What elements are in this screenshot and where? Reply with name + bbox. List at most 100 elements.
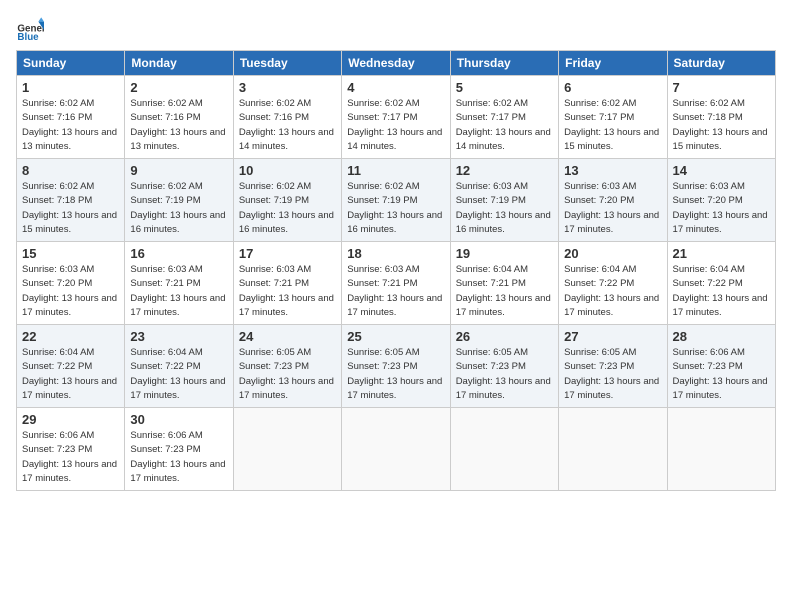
calendar-cell: 27 Sunrise: 6:05 AM Sunset: 7:23 PM Dayl… xyxy=(559,325,667,408)
sunset-label: Sunset: 7:19 PM xyxy=(347,195,417,206)
calendar-cell: 16 Sunrise: 6:03 AM Sunset: 7:21 PM Dayl… xyxy=(125,242,233,325)
sunset-label: Sunset: 7:23 PM xyxy=(130,444,200,455)
sunrise-label: Sunrise: 6:02 AM xyxy=(456,98,528,109)
calendar-week-3: 15 Sunrise: 6:03 AM Sunset: 7:20 PM Dayl… xyxy=(17,242,776,325)
calendar-cell xyxy=(342,408,450,491)
day-info: Sunrise: 6:04 AM Sunset: 7:21 PM Dayligh… xyxy=(456,263,553,320)
day-number: 18 xyxy=(347,246,444,261)
daylight-label: Daylight: 13 hours and 17 minutes. xyxy=(456,376,551,401)
sunrise-label: Sunrise: 6:02 AM xyxy=(564,98,636,109)
calendar-week-1: 1 Sunrise: 6:02 AM Sunset: 7:16 PM Dayli… xyxy=(17,76,776,159)
daylight-label: Daylight: 13 hours and 17 minutes. xyxy=(564,210,659,235)
sunset-label: Sunset: 7:22 PM xyxy=(673,278,743,289)
calendar-cell xyxy=(450,408,558,491)
daylight-label: Daylight: 13 hours and 14 minutes. xyxy=(347,127,442,152)
calendar-cell: 7 Sunrise: 6:02 AM Sunset: 7:18 PM Dayli… xyxy=(667,76,775,159)
calendar-cell: 24 Sunrise: 6:05 AM Sunset: 7:23 PM Dayl… xyxy=(233,325,341,408)
calendar-cell: 15 Sunrise: 6:03 AM Sunset: 7:20 PM Dayl… xyxy=(17,242,125,325)
daylight-label: Daylight: 13 hours and 17 minutes. xyxy=(130,459,225,484)
daylight-label: Daylight: 13 hours and 17 minutes. xyxy=(239,376,334,401)
daylight-label: Daylight: 13 hours and 17 minutes. xyxy=(673,210,768,235)
calendar-cell: 12 Sunrise: 6:03 AM Sunset: 7:19 PM Dayl… xyxy=(450,159,558,242)
sunrise-label: Sunrise: 6:04 AM xyxy=(130,347,202,358)
day-info: Sunrise: 6:02 AM Sunset: 7:17 PM Dayligh… xyxy=(564,97,661,154)
day-info: Sunrise: 6:03 AM Sunset: 7:20 PM Dayligh… xyxy=(22,263,119,320)
sunset-label: Sunset: 7:16 PM xyxy=(22,112,92,123)
sunrise-label: Sunrise: 6:06 AM xyxy=(22,430,94,441)
daylight-label: Daylight: 13 hours and 16 minutes. xyxy=(130,210,225,235)
day-info: Sunrise: 6:02 AM Sunset: 7:18 PM Dayligh… xyxy=(673,97,770,154)
day-number: 11 xyxy=(347,163,444,178)
sunset-label: Sunset: 7:18 PM xyxy=(22,195,92,206)
day-number: 1 xyxy=(22,80,119,95)
calendar-cell: 8 Sunrise: 6:02 AM Sunset: 7:18 PM Dayli… xyxy=(17,159,125,242)
calendar-cell xyxy=(559,408,667,491)
sunset-label: Sunset: 7:21 PM xyxy=(456,278,526,289)
sunrise-label: Sunrise: 6:02 AM xyxy=(22,98,94,109)
daylight-label: Daylight: 13 hours and 17 minutes. xyxy=(564,293,659,318)
day-info: Sunrise: 6:03 AM Sunset: 7:21 PM Dayligh… xyxy=(130,263,227,320)
calendar-cell: 26 Sunrise: 6:05 AM Sunset: 7:23 PM Dayl… xyxy=(450,325,558,408)
day-number: 13 xyxy=(564,163,661,178)
day-info: Sunrise: 6:03 AM Sunset: 7:20 PM Dayligh… xyxy=(673,180,770,237)
sunrise-label: Sunrise: 6:04 AM xyxy=(564,264,636,275)
calendar-cell: 28 Sunrise: 6:06 AM Sunset: 7:23 PM Dayl… xyxy=(667,325,775,408)
sunrise-label: Sunrise: 6:02 AM xyxy=(22,181,94,192)
calendar-cell: 20 Sunrise: 6:04 AM Sunset: 7:22 PM Dayl… xyxy=(559,242,667,325)
calendar-header-sunday: Sunday xyxy=(17,51,125,76)
calendar-cell: 29 Sunrise: 6:06 AM Sunset: 7:23 PM Dayl… xyxy=(17,408,125,491)
calendar-cell: 22 Sunrise: 6:04 AM Sunset: 7:22 PM Dayl… xyxy=(17,325,125,408)
calendar-cell: 10 Sunrise: 6:02 AM Sunset: 7:19 PM Dayl… xyxy=(233,159,341,242)
day-number: 22 xyxy=(22,329,119,344)
daylight-label: Daylight: 13 hours and 17 minutes. xyxy=(564,376,659,401)
daylight-label: Daylight: 13 hours and 17 minutes. xyxy=(673,376,768,401)
calendar-header-wednesday: Wednesday xyxy=(342,51,450,76)
day-info: Sunrise: 6:04 AM Sunset: 7:22 PM Dayligh… xyxy=(673,263,770,320)
day-number: 20 xyxy=(564,246,661,261)
sunset-label: Sunset: 7:21 PM xyxy=(347,278,417,289)
sunset-label: Sunset: 7:19 PM xyxy=(239,195,309,206)
sunset-label: Sunset: 7:23 PM xyxy=(456,361,526,372)
sunrise-label: Sunrise: 6:04 AM xyxy=(673,264,745,275)
sunrise-label: Sunrise: 6:05 AM xyxy=(239,347,311,358)
sunrise-label: Sunrise: 6:03 AM xyxy=(456,181,528,192)
sunset-label: Sunset: 7:16 PM xyxy=(130,112,200,123)
day-number: 27 xyxy=(564,329,661,344)
sunset-label: Sunset: 7:22 PM xyxy=(22,361,92,372)
daylight-label: Daylight: 13 hours and 17 minutes. xyxy=(22,459,117,484)
sunset-label: Sunset: 7:21 PM xyxy=(130,278,200,289)
day-number: 6 xyxy=(564,80,661,95)
daylight-label: Daylight: 13 hours and 16 minutes. xyxy=(239,210,334,235)
calendar-cell xyxy=(667,408,775,491)
daylight-label: Daylight: 13 hours and 17 minutes. xyxy=(130,293,225,318)
sunset-label: Sunset: 7:19 PM xyxy=(456,195,526,206)
daylight-label: Daylight: 13 hours and 17 minutes. xyxy=(456,293,551,318)
sunset-label: Sunset: 7:17 PM xyxy=(347,112,417,123)
day-number: 14 xyxy=(673,163,770,178)
day-info: Sunrise: 6:02 AM Sunset: 7:18 PM Dayligh… xyxy=(22,180,119,237)
sunset-label: Sunset: 7:20 PM xyxy=(564,195,634,206)
day-info: Sunrise: 6:02 AM Sunset: 7:19 PM Dayligh… xyxy=(239,180,336,237)
sunset-label: Sunset: 7:20 PM xyxy=(673,195,743,206)
calendar-cell: 6 Sunrise: 6:02 AM Sunset: 7:17 PM Dayli… xyxy=(559,76,667,159)
sunrise-label: Sunrise: 6:03 AM xyxy=(564,181,636,192)
daylight-label: Daylight: 13 hours and 15 minutes. xyxy=(564,127,659,152)
day-number: 29 xyxy=(22,412,119,427)
day-number: 4 xyxy=(347,80,444,95)
day-info: Sunrise: 6:05 AM Sunset: 7:23 PM Dayligh… xyxy=(239,346,336,403)
daylight-label: Daylight: 13 hours and 13 minutes. xyxy=(22,127,117,152)
sunset-label: Sunset: 7:23 PM xyxy=(564,361,634,372)
day-number: 2 xyxy=(130,80,227,95)
daylight-label: Daylight: 13 hours and 14 minutes. xyxy=(239,127,334,152)
sunset-label: Sunset: 7:18 PM xyxy=(673,112,743,123)
day-info: Sunrise: 6:05 AM Sunset: 7:23 PM Dayligh… xyxy=(564,346,661,403)
calendar-week-4: 22 Sunrise: 6:04 AM Sunset: 7:22 PM Dayl… xyxy=(17,325,776,408)
sunset-label: Sunset: 7:17 PM xyxy=(564,112,634,123)
calendar-cell: 17 Sunrise: 6:03 AM Sunset: 7:21 PM Dayl… xyxy=(233,242,341,325)
calendar-cell: 5 Sunrise: 6:02 AM Sunset: 7:17 PM Dayli… xyxy=(450,76,558,159)
day-info: Sunrise: 6:04 AM Sunset: 7:22 PM Dayligh… xyxy=(130,346,227,403)
day-number: 10 xyxy=(239,163,336,178)
calendar-header-saturday: Saturday xyxy=(667,51,775,76)
day-number: 5 xyxy=(456,80,553,95)
sunrise-label: Sunrise: 6:02 AM xyxy=(239,98,311,109)
